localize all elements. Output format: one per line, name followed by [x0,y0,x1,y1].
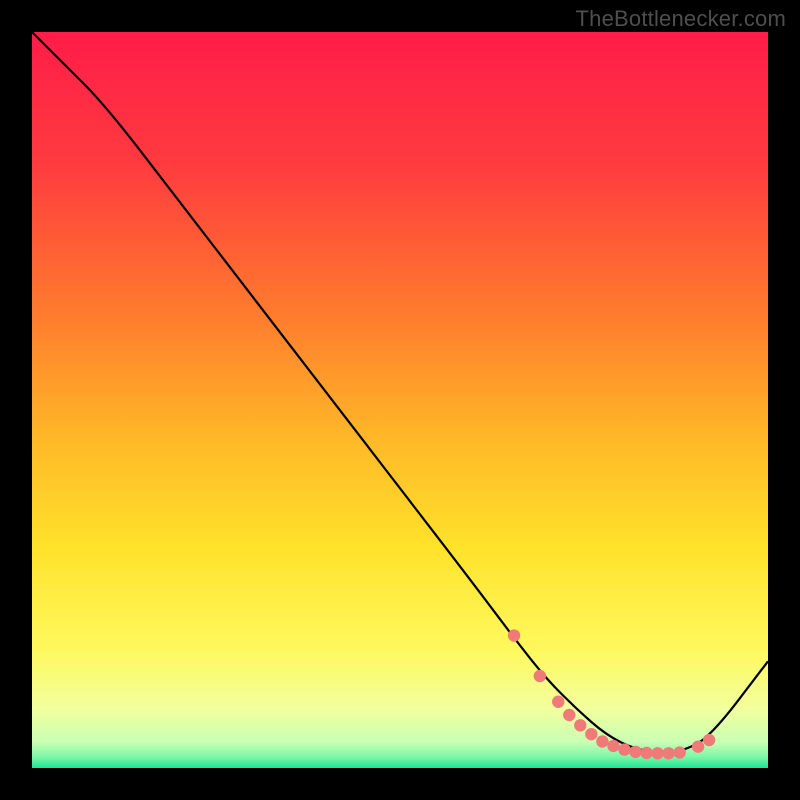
plot-area [32,32,768,768]
data-point [673,746,685,758]
data-point [618,743,630,755]
data-point [607,740,619,752]
data-point [662,747,674,759]
data-point [563,709,575,721]
gradient-background [32,32,768,768]
chart-frame: TheBottlenecker.com [0,0,800,800]
data-point [508,629,520,641]
data-point [596,735,608,747]
data-point [552,696,564,708]
data-point [640,747,652,759]
data-point [534,670,546,682]
data-point [585,728,597,740]
watermark-text: TheBottlenecker.com [576,6,786,32]
chart-svg [32,32,768,768]
data-point [629,746,641,758]
data-point [651,747,663,759]
data-point [703,734,715,746]
data-point [574,719,586,731]
data-point [692,740,704,752]
